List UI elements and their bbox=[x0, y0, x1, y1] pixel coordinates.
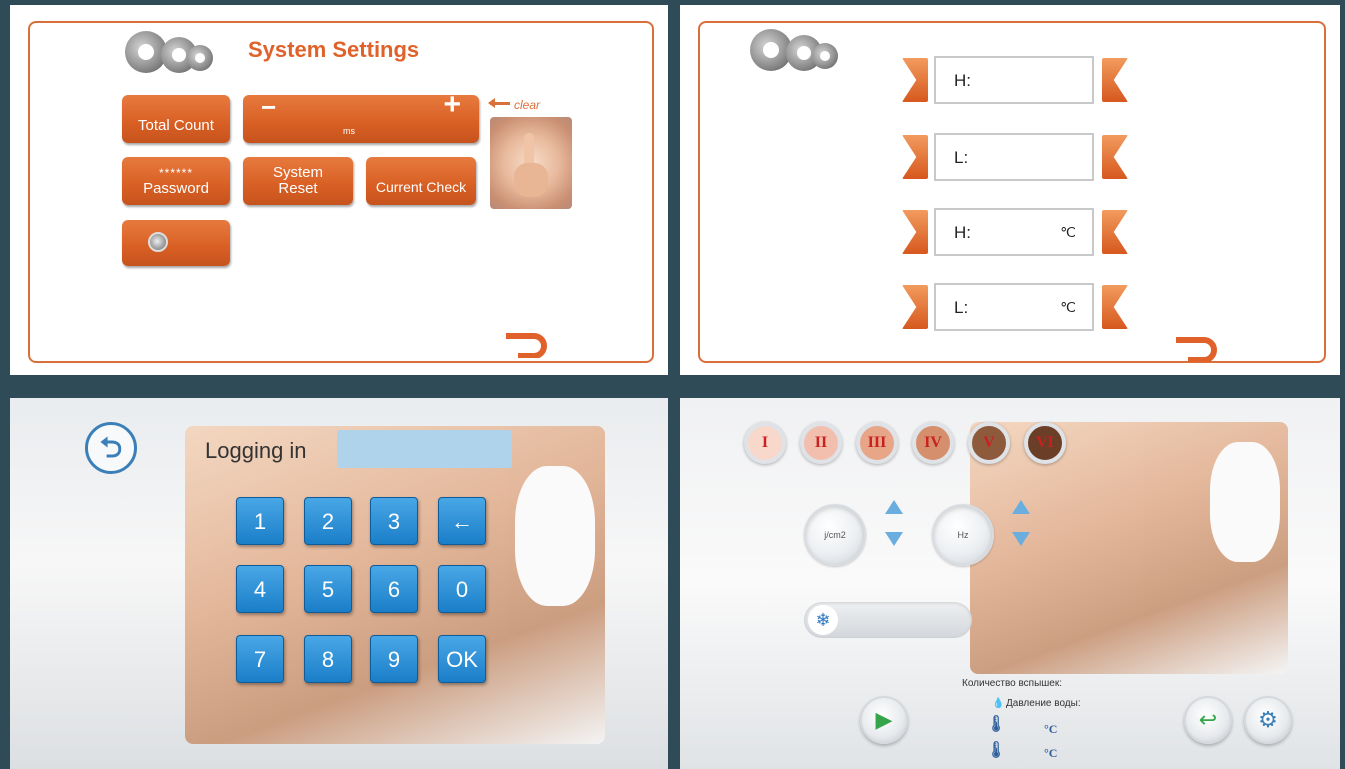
limit-field-l[interactable]: L: bbox=[934, 133, 1094, 181]
skin-type-3[interactable]: III bbox=[856, 422, 898, 464]
clear-arrowhead-icon bbox=[488, 98, 495, 108]
login-panel: ⮌ Logging in 1 2 3 ← 4 5 6 0 7 8 9 OK bbox=[10, 398, 668, 769]
temp-unit-2: °C bbox=[1044, 746, 1058, 760]
key-0[interactable]: 0 bbox=[438, 565, 486, 613]
system-settings-panel: System Settings Total Count − ms + clear… bbox=[10, 5, 668, 375]
clear-label: clear bbox=[514, 98, 541, 112]
energy-up-button[interactable] bbox=[885, 500, 903, 514]
login-label: Logging in bbox=[205, 438, 307, 463]
indicator-button[interactable] bbox=[122, 220, 230, 266]
settings-gear-button[interactable]: ⚙ bbox=[1244, 696, 1292, 744]
frequency-up-button[interactable] bbox=[1012, 500, 1030, 514]
skin-type-1[interactable]: I bbox=[744, 422, 786, 464]
ok-key[interactable]: OK bbox=[438, 635, 486, 683]
gears-icon bbox=[750, 25, 840, 75]
play-button[interactable]: ▶ bbox=[860, 696, 908, 744]
key-7[interactable]: 7 bbox=[236, 635, 284, 683]
cooling-slider[interactable]: ❄ bbox=[804, 602, 972, 638]
current-check-label: Current Check bbox=[375, 179, 467, 195]
password-input[interactable] bbox=[337, 430, 512, 468]
backspace-key[interactable]: ← bbox=[438, 497, 486, 545]
increase-button[interactable]: + bbox=[443, 90, 461, 120]
skin-type-6[interactable]: VI bbox=[1024, 422, 1066, 464]
frequency-dial[interactable]: Hz bbox=[932, 504, 994, 566]
limit-unit: ℃ bbox=[1060, 299, 1076, 315]
touch-hand-image[interactable] bbox=[490, 117, 572, 209]
time-unit: ms bbox=[343, 126, 355, 136]
limit-field-temp-l[interactable]: L: ℃ bbox=[934, 283, 1094, 331]
key-9[interactable]: 9 bbox=[370, 635, 418, 683]
thermometer-icon: 🌡 bbox=[986, 716, 1007, 733]
password-label: Password bbox=[143, 180, 209, 197]
key-8[interactable]: 8 bbox=[304, 635, 352, 683]
limit-field-h[interactable]: H: bbox=[934, 56, 1094, 104]
skin-type-5[interactable]: V bbox=[968, 422, 1010, 464]
key-3[interactable]: 3 bbox=[370, 497, 418, 545]
limit-label: L: bbox=[954, 298, 969, 317]
total-count-button[interactable]: Total Count bbox=[122, 95, 230, 143]
energy-dial[interactable]: j/cm2 bbox=[804, 504, 866, 566]
back-icon[interactable]: ⮌ bbox=[85, 422, 137, 474]
energy-down-button[interactable] bbox=[885, 532, 903, 546]
return-arrow-icon[interactable] bbox=[502, 323, 550, 368]
system-reset-line1: System bbox=[272, 164, 323, 181]
snowflake-icon: ❄ bbox=[808, 605, 838, 635]
water-pressure-label: Давление воды: bbox=[1006, 698, 1081, 709]
treatment-panel: I II III IV V VI j/cm2 Hz ❄ ▶ Количество… bbox=[680, 398, 1340, 769]
limit-label: H: bbox=[954, 71, 971, 90]
gears-icon bbox=[125, 27, 215, 77]
system-reset-button[interactable]: System Reset bbox=[243, 157, 353, 205]
model-image bbox=[970, 422, 1288, 674]
limits-panel: H: L: H: ℃ L: ℃ bbox=[680, 5, 1340, 375]
water-drop-icon: 💧 bbox=[992, 698, 1005, 709]
current-check-button[interactable]: Current Check bbox=[366, 157, 476, 205]
limit-label: L: bbox=[954, 148, 969, 167]
limit-label: H: bbox=[954, 223, 971, 242]
frequency-down-button[interactable] bbox=[1012, 532, 1030, 546]
return-arrow-icon[interactable] bbox=[1172, 327, 1220, 372]
key-6[interactable]: 6 bbox=[370, 565, 418, 613]
back-arrow-button[interactable]: ↩ bbox=[1184, 696, 1232, 744]
page-title: System Settings bbox=[248, 37, 420, 62]
key-2[interactable]: 2 bbox=[304, 497, 352, 545]
system-reset-line2: Reset bbox=[278, 180, 318, 197]
indicator-light-icon bbox=[148, 232, 168, 252]
limit-unit: ℃ bbox=[1060, 224, 1076, 240]
key-4[interactable]: 4 bbox=[236, 565, 284, 613]
key-5[interactable]: 5 bbox=[304, 565, 352, 613]
temp-unit-1: °C bbox=[1044, 722, 1058, 736]
password-button[interactable]: ****** Password bbox=[122, 157, 230, 205]
password-mask: ****** bbox=[158, 166, 194, 180]
limit-field-temp-h[interactable]: H: ℃ bbox=[934, 208, 1094, 256]
skin-type-4[interactable]: IV bbox=[912, 422, 954, 464]
thermometer-icon: 🌡 bbox=[986, 742, 1007, 759]
time-adjust-bar: − ms + bbox=[243, 90, 479, 143]
key-1[interactable]: 1 bbox=[236, 497, 284, 545]
total-count-label: Total Count bbox=[138, 117, 214, 134]
flash-count-label: Количество вспышек: bbox=[962, 678, 1063, 689]
skin-type-2[interactable]: II bbox=[800, 422, 842, 464]
decrease-button[interactable]: − bbox=[261, 94, 276, 120]
